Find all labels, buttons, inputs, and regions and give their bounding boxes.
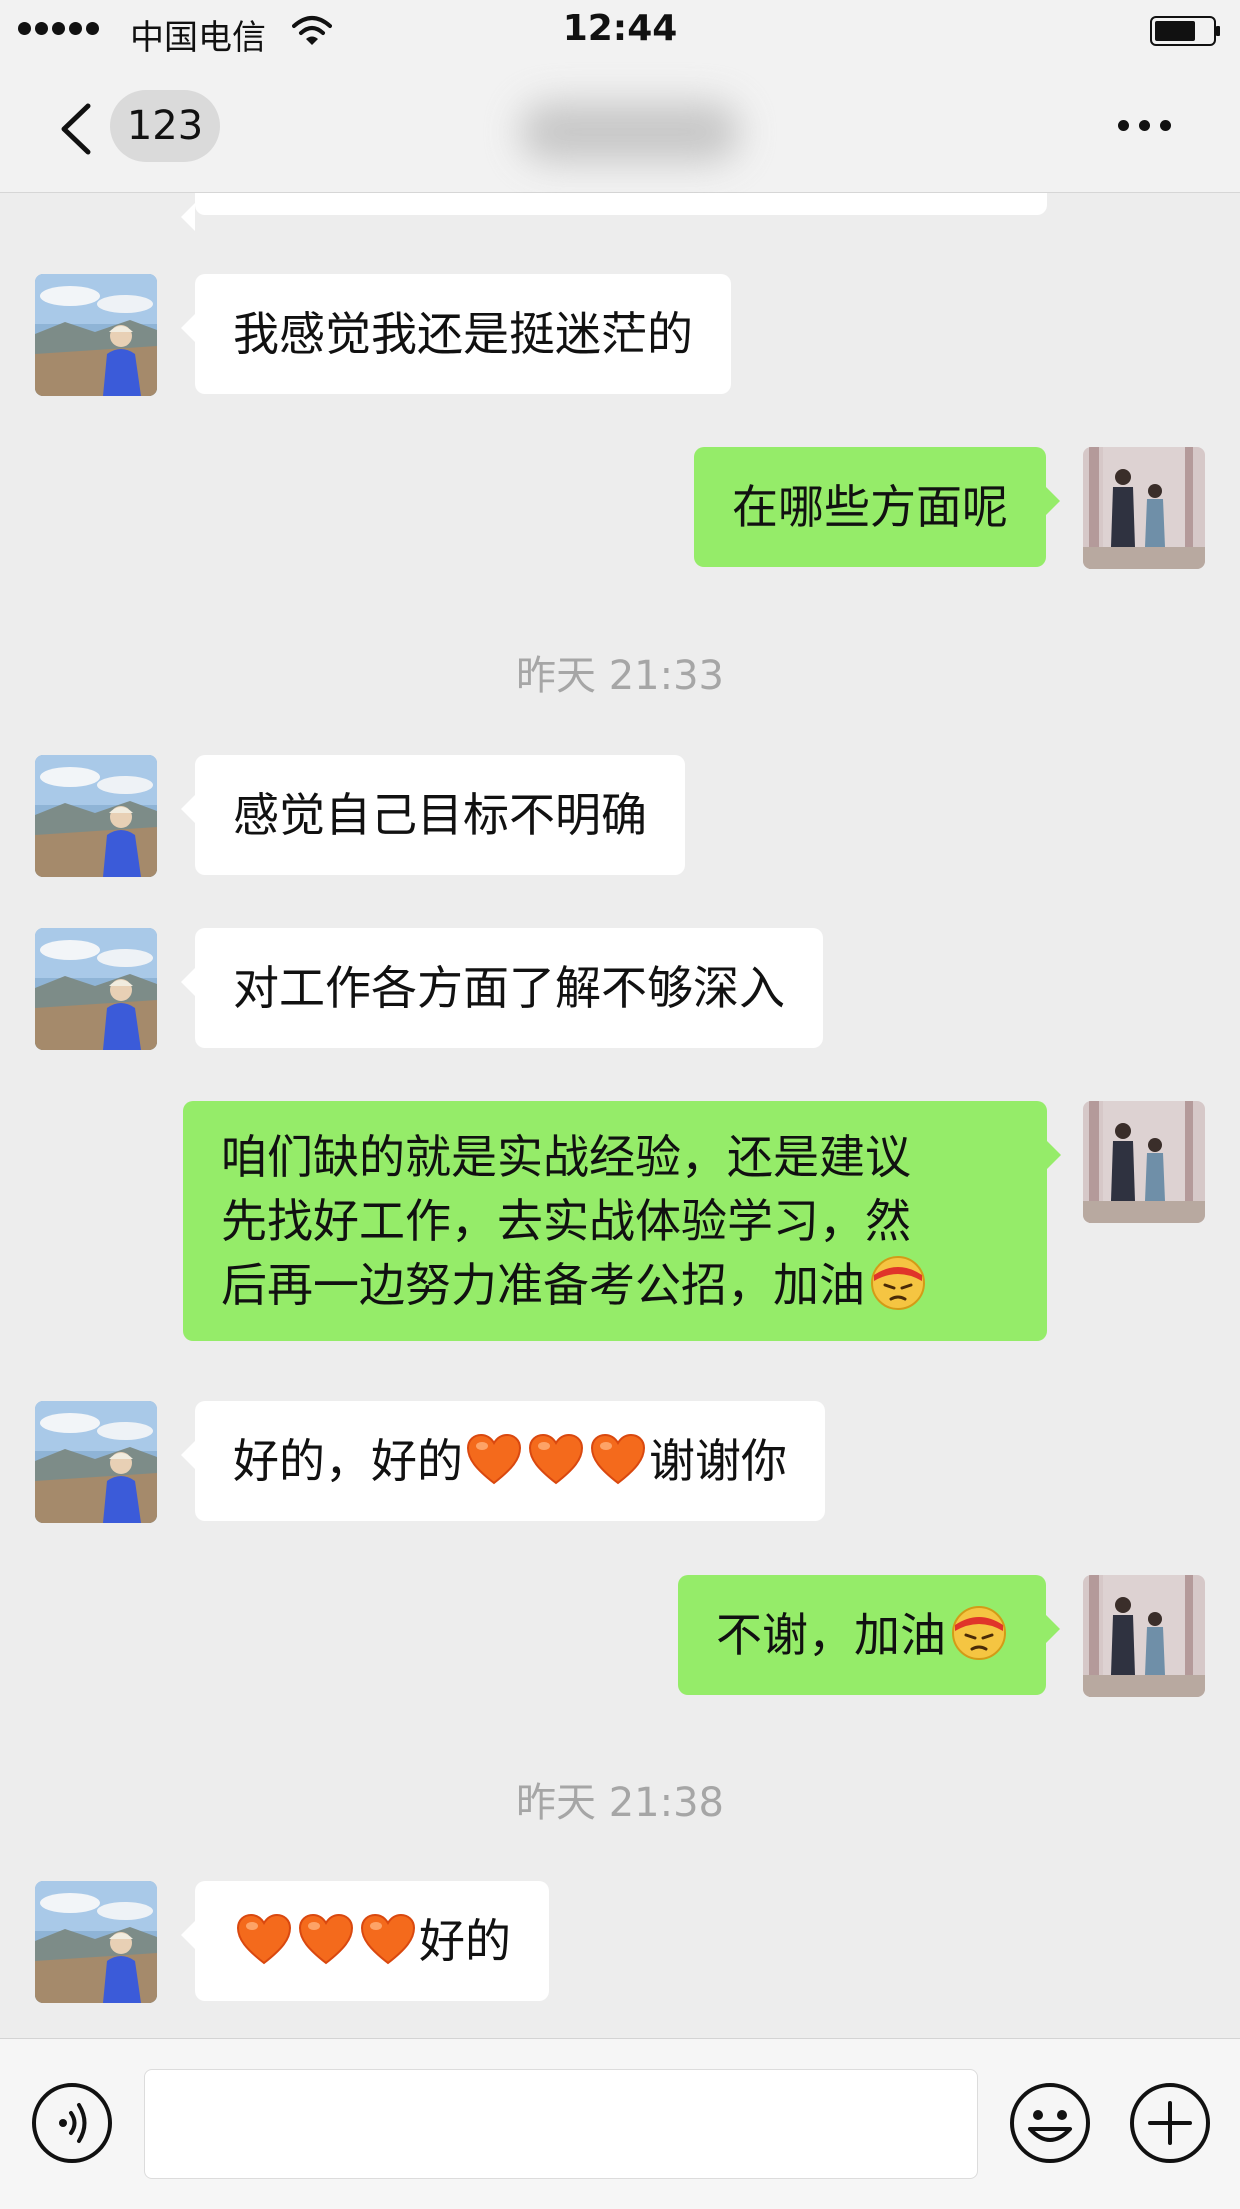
heart-emoji-icon xyxy=(590,1433,646,1485)
received-message-bubble[interactable]: 对工作各方面了解不够深入 xyxy=(181,928,823,1048)
status-bar: 中国电信 12:44 xyxy=(0,0,1240,62)
heart-emoji-icon xyxy=(298,1913,354,1965)
message-text: 好的 xyxy=(419,1914,511,1968)
heart-emoji-icon xyxy=(466,1433,522,1485)
back-chevron-icon[interactable] xyxy=(58,102,94,156)
message-timestamp: 昨天 21:33 xyxy=(516,653,724,699)
determined-face-emoji-icon xyxy=(950,1603,1008,1661)
message-text-line: 先找好工作，去实战体验学习，然 xyxy=(221,1194,911,1248)
message-text: 不谢，加油 xyxy=(716,1608,946,1662)
message-text: 在哪些方面呢 xyxy=(732,480,1008,534)
my-avatar[interactable] xyxy=(1083,1575,1205,1697)
partial-message-bubble xyxy=(181,193,1047,231)
message-text: 对工作各方面了解不够深入 xyxy=(233,961,785,1015)
determined-face-emoji-icon xyxy=(869,1253,927,1311)
message-text: 好的，好的 xyxy=(233,1434,463,1488)
sent-message-bubble[interactable]: 在哪些方面呢 xyxy=(694,447,1060,567)
received-message-bubble[interactable]: 好的，好的 谢谢你 xyxy=(181,1401,825,1521)
message-text: 我感觉我还是挺迷茫的 xyxy=(233,307,693,361)
contact-avatar[interactable] xyxy=(35,1881,157,2003)
voice-icon[interactable] xyxy=(30,2081,114,2165)
input-bar xyxy=(0,2038,1240,2209)
battery-icon xyxy=(1150,16,1220,46)
my-avatar[interactable] xyxy=(1083,447,1205,569)
status-clock: 12:44 xyxy=(562,8,678,49)
my-avatar[interactable] xyxy=(1083,1101,1205,1223)
unread-count-badge[interactable]: 123 xyxy=(110,90,220,162)
message-text: 谢谢你 xyxy=(649,1434,787,1488)
plus-icon[interactable] xyxy=(1128,2081,1212,2165)
received-message-bubble[interactable]: 我感觉我还是挺迷茫的 xyxy=(181,274,731,394)
blurred-chat-title xyxy=(520,102,740,162)
heart-emoji-icon xyxy=(236,1913,292,1965)
contact-avatar[interactable] xyxy=(35,1401,157,1523)
sent-message-bubble[interactable]: 咱们缺的就是实战经验，还是建议 先找好工作，去实战体验学习，然 后再一边努力准备… xyxy=(183,1101,1061,1341)
message-list[interactable]: 我感觉我还是挺迷茫的 在哪些方面呢 昨天 21:33 感觉自己目标不明确 对工作… xyxy=(0,193,1240,2038)
message-timestamp: 昨天 21:38 xyxy=(516,1780,724,1826)
message-text-line: 后再一边努力准备考公招，加油 xyxy=(221,1258,865,1312)
sent-message-bubble[interactable]: 不谢，加油 xyxy=(678,1575,1060,1695)
contact-avatar[interactable] xyxy=(35,928,157,1050)
heart-emoji-icon xyxy=(360,1913,416,1965)
heart-emoji-icon xyxy=(528,1433,584,1485)
message-text-line: 咱们缺的就是实战经验，还是建议 xyxy=(221,1130,911,1184)
message-input[interactable] xyxy=(144,2069,978,2179)
received-message-bubble[interactable]: 感觉自己目标不明确 xyxy=(181,755,685,875)
received-message-bubble[interactable]: 好的 xyxy=(181,1881,549,2001)
contact-avatar[interactable] xyxy=(35,274,157,396)
message-text: 感觉自己目标不明确 xyxy=(233,788,647,842)
more-options-icon[interactable] xyxy=(1118,120,1171,131)
contact-avatar[interactable] xyxy=(35,755,157,877)
smiley-icon[interactable] xyxy=(1008,2081,1092,2165)
chat-header: 123 xyxy=(0,62,1240,193)
